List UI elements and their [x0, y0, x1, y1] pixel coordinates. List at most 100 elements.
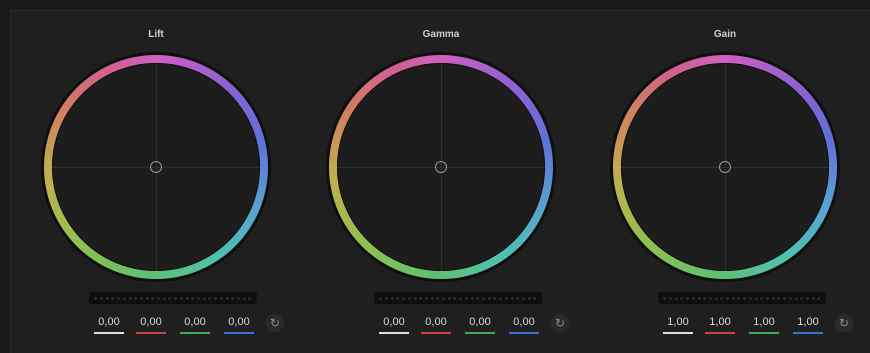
gamma-master-slider[interactable] [374, 292, 542, 304]
gamma-wheel-block: Gamma 0,00 0,00 0,00 0,00 ↻ [321, 11, 569, 353]
gain-values: 1,00 1,00 1,00 1,00 [663, 316, 823, 336]
slider-tick [510, 296, 514, 300]
lift-values: 0,00 0,00 0,00 0,00 [94, 316, 254, 336]
slider-tick [111, 296, 115, 300]
lift-wheel-face[interactable] [52, 63, 260, 271]
gain-blue-value[interactable]: 1,00 [793, 316, 823, 334]
color-wheels-panel: Lift 0,00 0,00 0,00 0,00 ↻ Gamma 0,00 0,… [10, 10, 870, 353]
lift-blue-value[interactable]: 0,00 [224, 316, 254, 334]
slider-tick [771, 296, 775, 300]
slider-tick [122, 296, 126, 300]
lift-green-value[interactable]: 0,00 [180, 316, 210, 334]
gain-red-value[interactable]: 1,00 [705, 316, 735, 334]
slider-tick [117, 296, 121, 300]
slider-tick [385, 296, 389, 300]
gain-master-slider[interactable] [658, 292, 826, 304]
gain-reset-icon[interactable]: ↻ [835, 314, 853, 332]
slider-tick [390, 296, 394, 300]
gamma-red-value[interactable]: 0,00 [421, 316, 451, 334]
gamma-wheel-face[interactable] [337, 63, 545, 271]
slider-tick [516, 296, 520, 300]
slider-tick [231, 296, 235, 300]
slider-tick [453, 296, 457, 300]
slider-tick [185, 296, 189, 300]
lift-red-value[interactable]: 0,00 [136, 316, 166, 334]
gain-wheel-block: Gain 1,00 1,00 1,00 1,00 ↻ [605, 11, 853, 353]
slider-tick [720, 296, 724, 300]
slider-tick [800, 296, 804, 300]
slider-tick [476, 296, 480, 300]
slider-tick [691, 296, 695, 300]
slider-tick [100, 296, 104, 300]
gain-green-value[interactable]: 1,00 [749, 316, 779, 334]
slider-tick [493, 296, 497, 300]
slider-tick [686, 296, 690, 300]
slider-tick [219, 296, 223, 300]
gamma-reset-icon[interactable]: ↻ [551, 314, 569, 332]
slider-tick [139, 296, 143, 300]
slider-tick [464, 296, 468, 300]
slider-tick [208, 296, 212, 300]
slider-tick [151, 296, 155, 300]
slider-tick [174, 296, 178, 300]
slider-tick [379, 296, 383, 300]
slider-tick [191, 296, 195, 300]
gain-title: Gain [713, 29, 737, 40]
slider-tick [94, 296, 98, 300]
slider-tick [674, 296, 678, 300]
slider-tick [817, 296, 821, 300]
gain-master-value[interactable]: 1,00 [663, 316, 693, 334]
slider-tick [459, 296, 463, 300]
slider-tick [714, 296, 718, 300]
slider-tick [202, 296, 206, 300]
slider-tick [179, 296, 183, 300]
slider-tick [499, 296, 503, 300]
lift-reset-icon[interactable]: ↻ [266, 314, 284, 332]
lift-color-wheel[interactable] [44, 55, 268, 279]
slider-tick [669, 296, 673, 300]
slider-tick [157, 296, 161, 300]
slider-tick [447, 296, 451, 300]
slider-tick [236, 296, 240, 300]
slider-tick [726, 296, 730, 300]
slider-tick [442, 296, 446, 300]
slider-tick [788, 296, 792, 300]
slider-tick [708, 296, 712, 300]
slider-tick [521, 296, 525, 300]
slider-tick [407, 296, 411, 300]
slider-tick [197, 296, 200, 300]
gamma-master-value[interactable]: 0,00 [379, 316, 409, 334]
slider-tick [794, 296, 798, 300]
slider-tick [697, 296, 701, 300]
slider-tick [811, 296, 815, 300]
lift-master-value[interactable]: 0,00 [94, 316, 124, 334]
slider-tick [482, 296, 485, 300]
slider-tick [168, 296, 172, 300]
slider-tick [225, 296, 229, 300]
slider-tick [162, 296, 166, 300]
slider-tick [527, 296, 531, 300]
slider-tick [470, 296, 474, 300]
slider-tick [396, 296, 400, 300]
slider-tick [145, 296, 149, 300]
slider-tick [703, 296, 707, 300]
gamma-color-wheel[interactable] [329, 55, 553, 279]
lift-wheel-block: Lift 0,00 0,00 0,00 0,00 ↻ [36, 11, 284, 353]
slider-tick [754, 296, 758, 300]
slider-tick [748, 296, 752, 300]
gamma-green-value[interactable]: 0,00 [465, 316, 495, 334]
gain-center-handle-icon[interactable] [719, 161, 731, 173]
lift-master-slider[interactable] [89, 292, 257, 304]
slider-tick [663, 296, 667, 300]
gain-color-wheel[interactable] [613, 55, 837, 279]
slider-tick [777, 296, 781, 300]
gamma-blue-value[interactable]: 0,00 [509, 316, 539, 334]
slider-tick [760, 296, 764, 300]
slider-tick [128, 296, 132, 300]
slider-tick [248, 296, 252, 300]
gain-wheel-face[interactable] [621, 63, 829, 271]
slider-tick [731, 296, 735, 300]
gamma-center-handle-icon[interactable] [435, 161, 447, 173]
slider-tick [430, 296, 434, 300]
lift-center-handle-icon[interactable] [150, 161, 162, 173]
